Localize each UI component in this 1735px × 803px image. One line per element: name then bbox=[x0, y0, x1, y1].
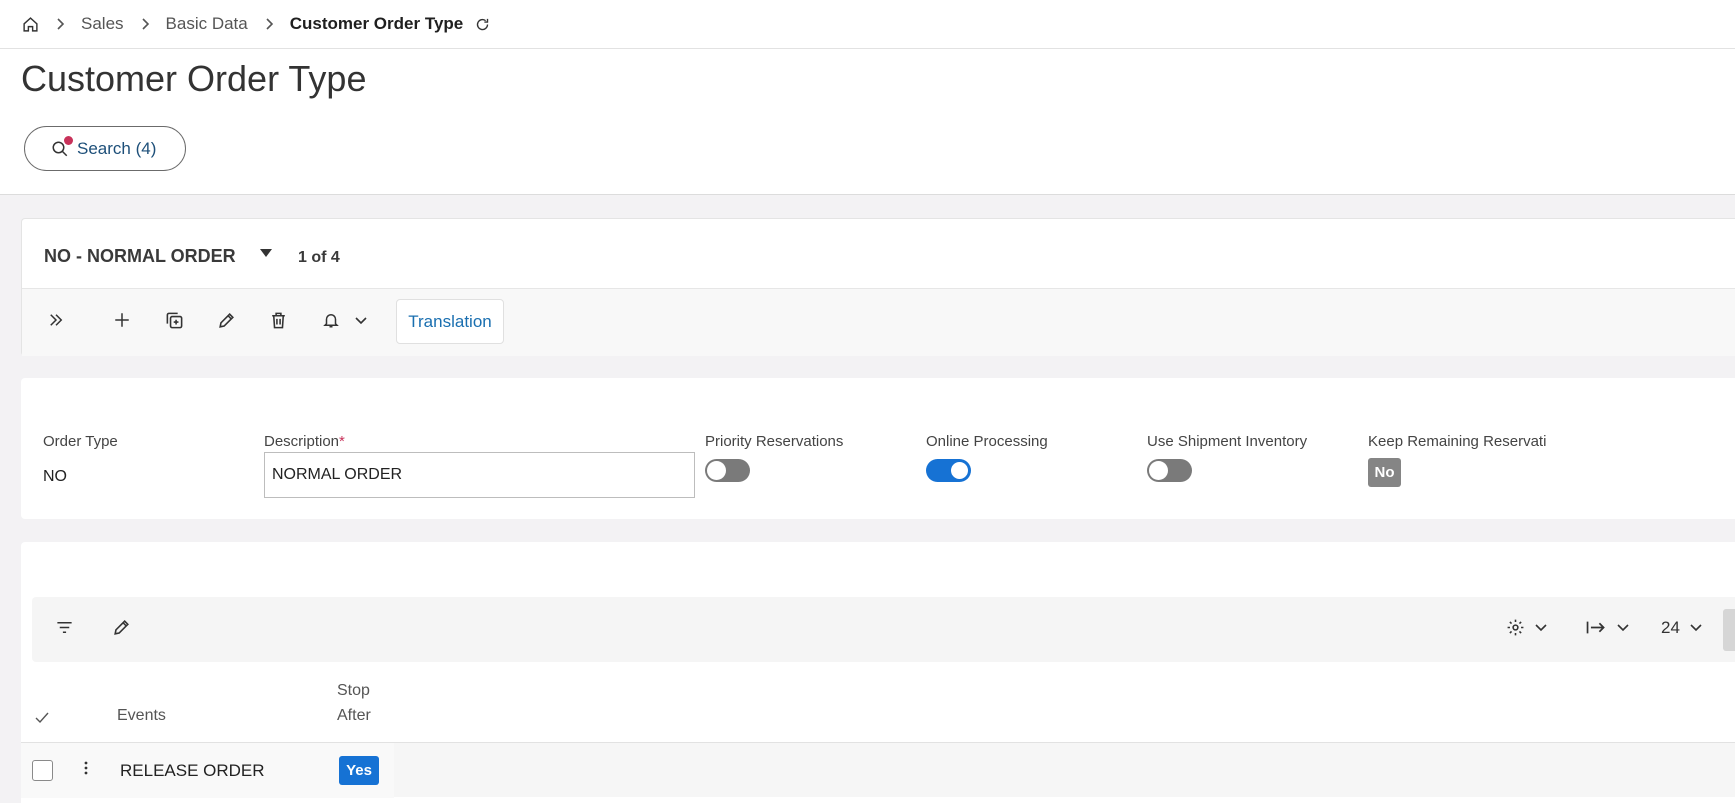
page-size-select[interactable]: 24 bbox=[1661, 618, 1702, 638]
online-processing-label: Online Processing bbox=[926, 433, 1048, 450]
chevron-right-icon bbox=[140, 18, 150, 30]
column-header-stop-after[interactable]: Stop After bbox=[337, 678, 371, 728]
description-field: Description* NORMAL ORDER bbox=[264, 433, 695, 498]
kebab-icon[interactable] bbox=[84, 760, 88, 776]
plus-icon[interactable] bbox=[113, 311, 131, 329]
breadcrumb-basic-data[interactable]: Basic Data bbox=[166, 14, 248, 34]
stop-after-line-1: Stop bbox=[337, 682, 370, 699]
chevron-right-icon bbox=[55, 18, 65, 30]
priority-reservations-toggle[interactable] bbox=[705, 459, 750, 482]
page-header: Customer Order Type Search (4) bbox=[0, 49, 1735, 195]
chevron-down-icon[interactable] bbox=[355, 316, 367, 326]
priority-reservations-field: Priority Reservations bbox=[705, 433, 843, 482]
keep-remaining-reservation-badge: No bbox=[1368, 458, 1401, 487]
stop-after-badge: Yes bbox=[339, 756, 379, 785]
use-shipment-inventory-label: Use Shipment Inventory bbox=[1147, 433, 1308, 450]
online-processing-toggle[interactable] bbox=[926, 459, 971, 482]
search-button[interactable]: Search (4) bbox=[24, 126, 186, 171]
chevron-down-icon bbox=[1535, 623, 1547, 631]
toggle-knob bbox=[950, 461, 969, 480]
checkmark-icon[interactable] bbox=[35, 712, 49, 724]
keep-remaining-reservation-label: Keep Remaining Reservati bbox=[1368, 433, 1547, 450]
record-card: NO - NORMAL ORDER 1 of 4 Translation bbox=[21, 218, 1735, 356]
toggle-knob bbox=[1149, 461, 1168, 480]
pencil-icon[interactable] bbox=[217, 311, 236, 330]
online-processing-field: Online Processing bbox=[926, 433, 1048, 482]
breadcrumb: Sales Basic Data Customer Order Type bbox=[0, 0, 1735, 49]
description-label: Description bbox=[264, 433, 340, 450]
stop-after-line-2: After bbox=[337, 707, 371, 724]
gear-icon bbox=[1507, 619, 1524, 636]
caret-down-icon[interactable] bbox=[259, 248, 273, 258]
keep-remaining-reservation-field: Keep Remaining Reservati No bbox=[1368, 433, 1558, 487]
row-checkbox[interactable] bbox=[32, 760, 53, 781]
column-header-events[interactable]: Events bbox=[117, 703, 166, 728]
record-title[interactable]: NO - NORMAL ORDER bbox=[44, 246, 236, 267]
duplicate-icon[interactable] bbox=[165, 311, 184, 330]
record-toolbar: Translation bbox=[22, 289, 1735, 356]
arrow-to-right-icon bbox=[1586, 621, 1605, 634]
trash-icon[interactable] bbox=[269, 311, 288, 330]
chevron-down-icon bbox=[1617, 623, 1629, 631]
breadcrumb-sales[interactable]: Sales bbox=[81, 14, 124, 34]
pencil-icon[interactable] bbox=[112, 618, 131, 637]
row-cells: RELEASE ORDER Yes bbox=[21, 743, 394, 798]
breadcrumb-current: Customer Order Type bbox=[289, 14, 464, 33]
refresh-icon[interactable] bbox=[475, 17, 490, 32]
use-shipment-inventory-field: Use Shipment Inventory bbox=[1147, 433, 1307, 482]
page-size-value: 24 bbox=[1661, 618, 1680, 637]
column-width-button[interactable] bbox=[1585, 618, 1629, 637]
events-table-card: 24 Events Stop After RELEASE ORDER Yes bbox=[21, 542, 1735, 803]
order-type-label: Order Type bbox=[43, 433, 118, 450]
table-settings-button[interactable] bbox=[1506, 618, 1547, 637]
home-icon[interactable] bbox=[22, 16, 39, 33]
filter-icon[interactable] bbox=[55, 618, 74, 637]
toggle-knob bbox=[707, 461, 726, 480]
search-icon bbox=[51, 135, 73, 158]
table-row[interactable]: RELEASE ORDER Yes bbox=[21, 742, 1735, 798]
fields-card: Order Type NO Description* NORMAL ORDER … bbox=[21, 378, 1735, 519]
table-toolbar: 24 bbox=[32, 597, 1735, 662]
order-type-value: NO bbox=[43, 468, 67, 485]
search-button-label: Search (4) bbox=[77, 138, 157, 158]
order-type-field: Order Type NO bbox=[43, 433, 118, 486]
notification-dot bbox=[64, 135, 73, 145]
page-title: Customer Order Type bbox=[21, 58, 367, 99]
record-header: NO - NORMAL ORDER 1 of 4 bbox=[22, 219, 1735, 289]
use-shipment-inventory-toggle[interactable] bbox=[1147, 459, 1192, 482]
chevron-right-icon bbox=[264, 18, 274, 30]
chevron-down-icon bbox=[1690, 624, 1702, 632]
priority-reservations-label: Priority Reservations bbox=[705, 433, 844, 450]
translation-button[interactable]: Translation bbox=[396, 299, 504, 344]
bell-icon[interactable] bbox=[322, 311, 340, 329]
record-counter: 1 of 4 bbox=[298, 249, 340, 266]
scrollbar[interactable] bbox=[1723, 609, 1735, 651]
required-mark: * bbox=[339, 433, 345, 450]
description-input[interactable]: NORMAL ORDER bbox=[264, 452, 695, 498]
double-chevron-right-icon[interactable] bbox=[47, 311, 65, 329]
event-name: RELEASE ORDER bbox=[120, 761, 265, 780]
